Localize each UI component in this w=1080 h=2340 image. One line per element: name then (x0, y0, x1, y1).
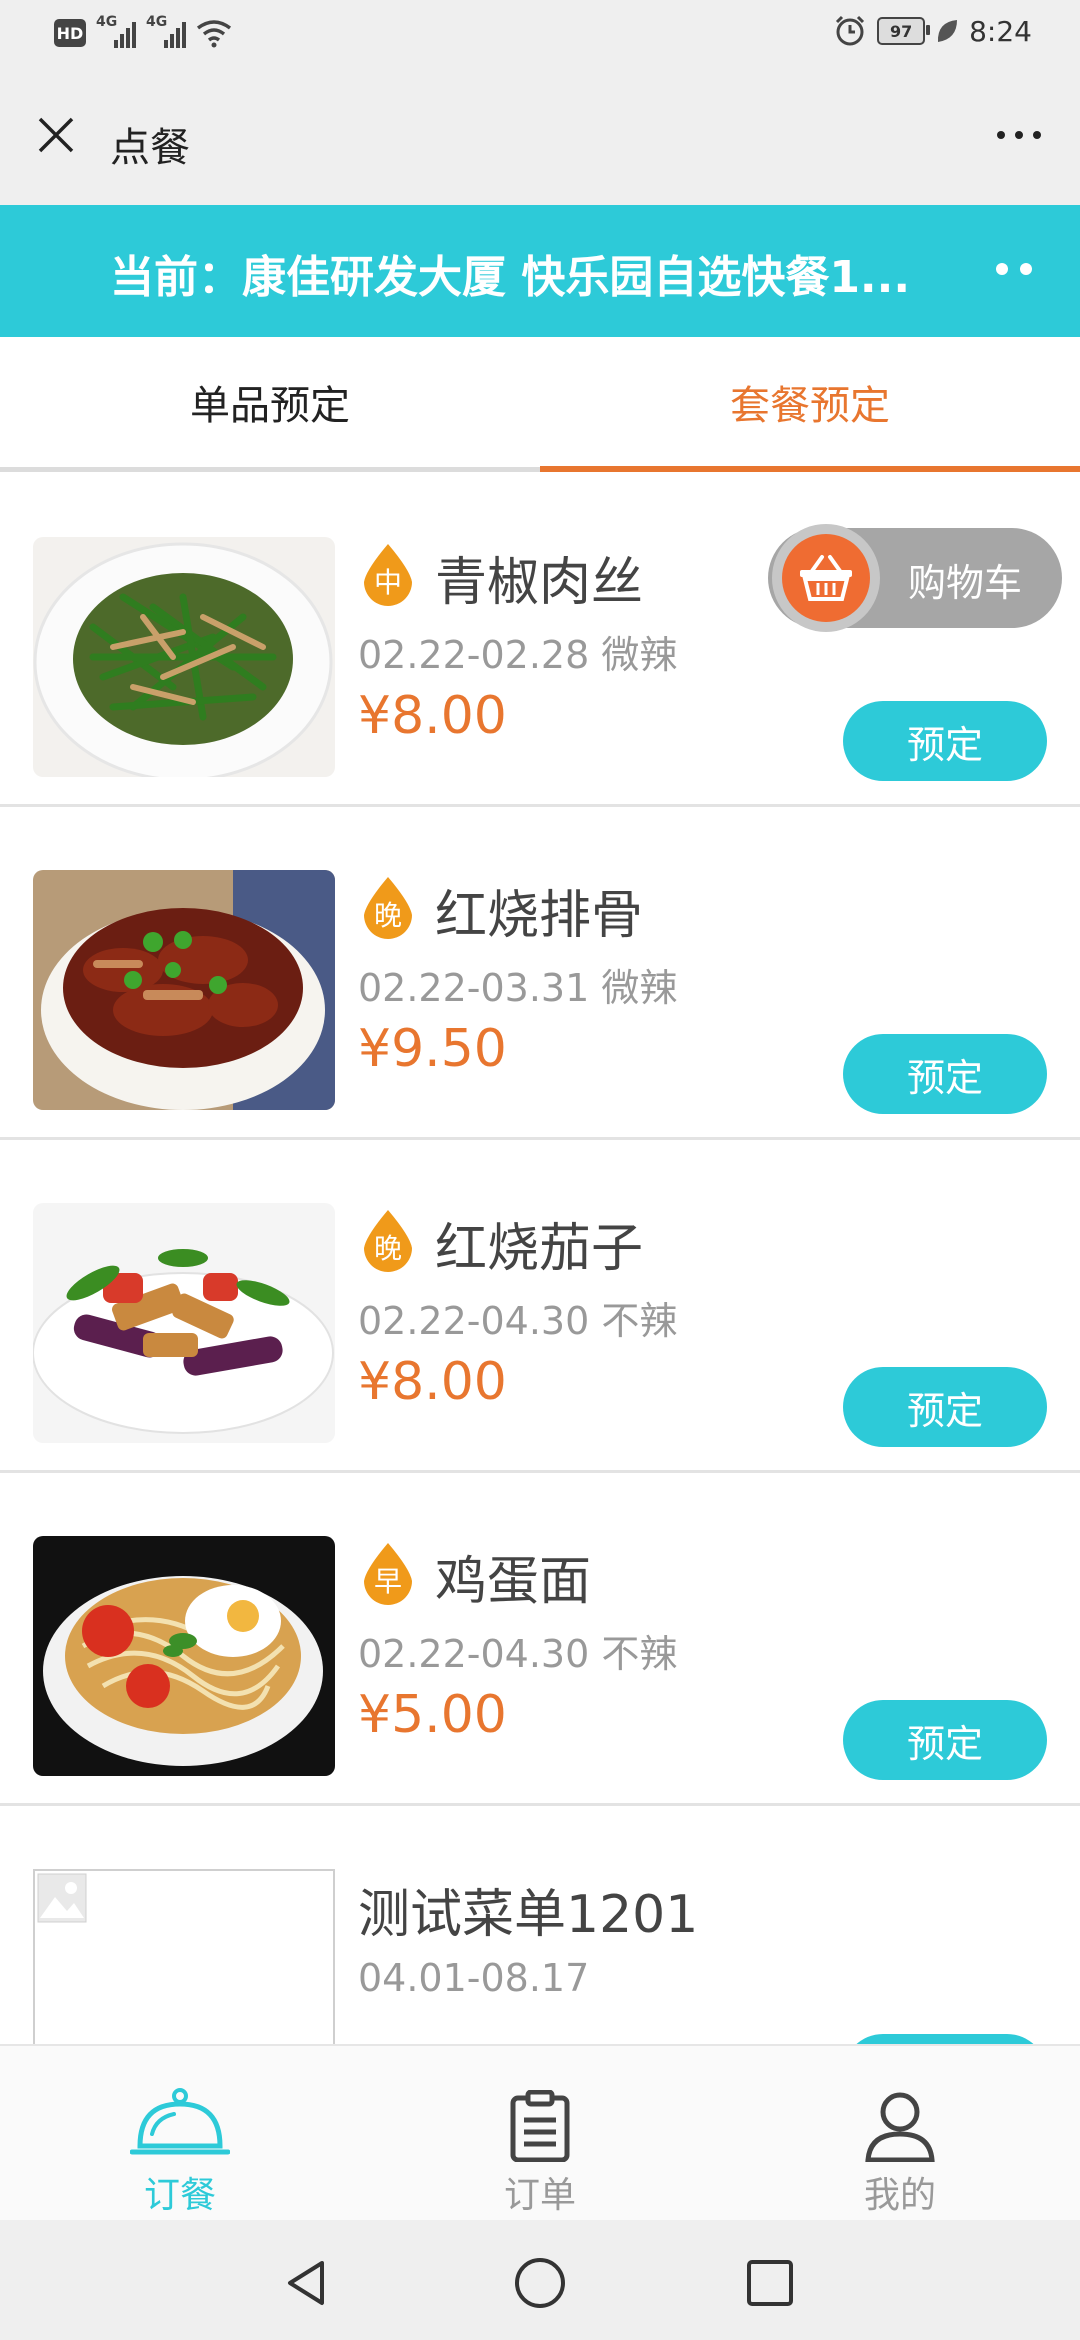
dish-name: 红烧茄子 (435, 1219, 644, 1279)
status-bar: HD 4G 4G 97 8:24 (0, 0, 1080, 75)
dish-price: ¥8.00 (358, 686, 507, 746)
list-item[interactable]: 中 青椒肉丝 02.22-02.28 微辣 ¥8.00 预定 (0, 474, 1080, 807)
dish-price: ¥5.00 (358, 1685, 507, 1745)
close-button[interactable] (26, 105, 86, 165)
meal-time-badge-icon: 早 (364, 1543, 412, 1605)
reserve-button[interactable] (843, 2034, 1047, 2044)
svg-text:晚: 晚 (374, 1232, 402, 1265)
leaf-icon (938, 20, 958, 42)
cart-icon-ring (772, 524, 880, 632)
reserve-button[interactable]: 预定 (843, 701, 1047, 781)
wifi-icon (196, 20, 232, 48)
menu-list[interactable]: 中 青椒肉丝 02.22-02.28 微辣 ¥8.00 预定 晚 红烧排骨 02… (0, 474, 1080, 2044)
dish-image (33, 1536, 335, 1776)
dish-date-spice: 02.22-04.30 不辣 (358, 1299, 678, 1343)
alarm-icon (836, 15, 865, 46)
dish-name: 青椒肉丝 (435, 553, 644, 613)
image-placeholder-icon (37, 1873, 87, 1923)
meal-time-badge-icon: 晚 (364, 877, 412, 939)
list-item[interactable]: 测试菜单1201 04.01-08.17 (0, 1806, 1080, 2044)
dish-date-spice: 02.22-02.28 微辣 (358, 633, 678, 677)
home-icon[interactable] (513, 2256, 567, 2310)
signal-icon-2: 4G (146, 14, 186, 48)
dish-image (33, 537, 335, 777)
location-more-icon[interactable] (996, 263, 1032, 275)
clock: 8:24 (969, 14, 1032, 48)
clipboard-icon (510, 2090, 570, 2162)
list-item[interactable]: 晚 红烧排骨 02.22-03.31 微辣 ¥9.50 预定 (0, 807, 1080, 1140)
bottom-nav: 订餐 订单 我的 (0, 2044, 1080, 2220)
status-left: HD 4G 4G (54, 14, 232, 48)
svg-text:早: 早 (374, 1565, 402, 1598)
more-options-button[interactable] (984, 115, 1054, 155)
dish-image-placeholder (33, 1869, 335, 2044)
basket-icon (800, 555, 852, 601)
dish-date-spice: 02.22-03.31 微辣 (358, 966, 678, 1010)
user-icon (865, 2092, 935, 2162)
dish-price: ¥8.00 (358, 1352, 507, 1412)
dish-image (33, 870, 335, 1110)
nav-label: 订单 (503, 2175, 576, 2216)
signal-icon: 4G (96, 14, 136, 48)
list-item[interactable]: 晚 红烧茄子 02.22-04.30 不辣 ¥8.00 预定 (0, 1140, 1080, 1473)
list-item[interactable]: 早 鸡蛋面 02.22-04.30 不辣 ¥5.00 预定 (0, 1473, 1080, 1806)
dish-name: 测试菜单1201 (358, 1885, 699, 1945)
battery-icon: 97 (877, 17, 931, 45)
tab-active-indicator (540, 466, 1080, 472)
dish-date-spice: 04.01-08.17 (358, 1956, 590, 2000)
meal-time-badge-icon: 中 (364, 544, 412, 606)
svg-text:晚: 晚 (374, 899, 402, 932)
recents-icon[interactable] (745, 2258, 795, 2308)
tab-bar: 单品预定 套餐预定 (0, 337, 1080, 474)
hd-icon: HD (54, 19, 86, 47)
close-icon (38, 117, 74, 153)
meal-time-badge-icon: 晚 (364, 1210, 412, 1272)
dish-price: ¥9.50 (358, 1019, 507, 1079)
title-bar: 点餐 (0, 75, 1080, 205)
tab-single-order[interactable]: 单品预定 (0, 337, 540, 467)
nav-order-food[interactable]: 订餐 (0, 2046, 360, 2222)
nav-label: 我的 (863, 2175, 936, 2216)
cart-label: 购物车 (908, 561, 1023, 605)
system-nav-bar (0, 2220, 1080, 2340)
nav-profile[interactable]: 我的 (720, 2046, 1080, 2222)
cart-button[interactable]: 购物车 (768, 524, 1062, 632)
more-dot-icon (997, 131, 1005, 139)
dish-name: 鸡蛋面 (435, 1552, 592, 1612)
reserve-button[interactable]: 预定 (843, 1034, 1047, 1114)
nav-label: 订餐 (143, 2175, 216, 2216)
status-right: 97 8:24 (833, 14, 1032, 48)
nav-orders[interactable]: 订单 (360, 2046, 720, 2222)
dish-image (33, 1203, 335, 1443)
location-text: 当前：康佳研发大厦 快乐园自选快餐1... (110, 252, 911, 303)
reserve-button[interactable]: 预定 (843, 1367, 1047, 1447)
dish-name: 红烧排骨 (435, 886, 644, 946)
cloche-icon (130, 2088, 230, 2155)
tab-set-order[interactable]: 套餐预定 (540, 337, 1080, 467)
location-banner[interactable]: 当前：康佳研发大厦 快乐园自选快餐1... (0, 205, 1080, 337)
back-icon[interactable] (282, 2258, 332, 2308)
reserve-button[interactable]: 预定 (843, 1700, 1047, 1780)
page-title: 点餐 (110, 125, 190, 171)
svg-text:中: 中 (374, 566, 402, 599)
dish-date-spice: 02.22-04.30 不辣 (358, 1632, 678, 1676)
